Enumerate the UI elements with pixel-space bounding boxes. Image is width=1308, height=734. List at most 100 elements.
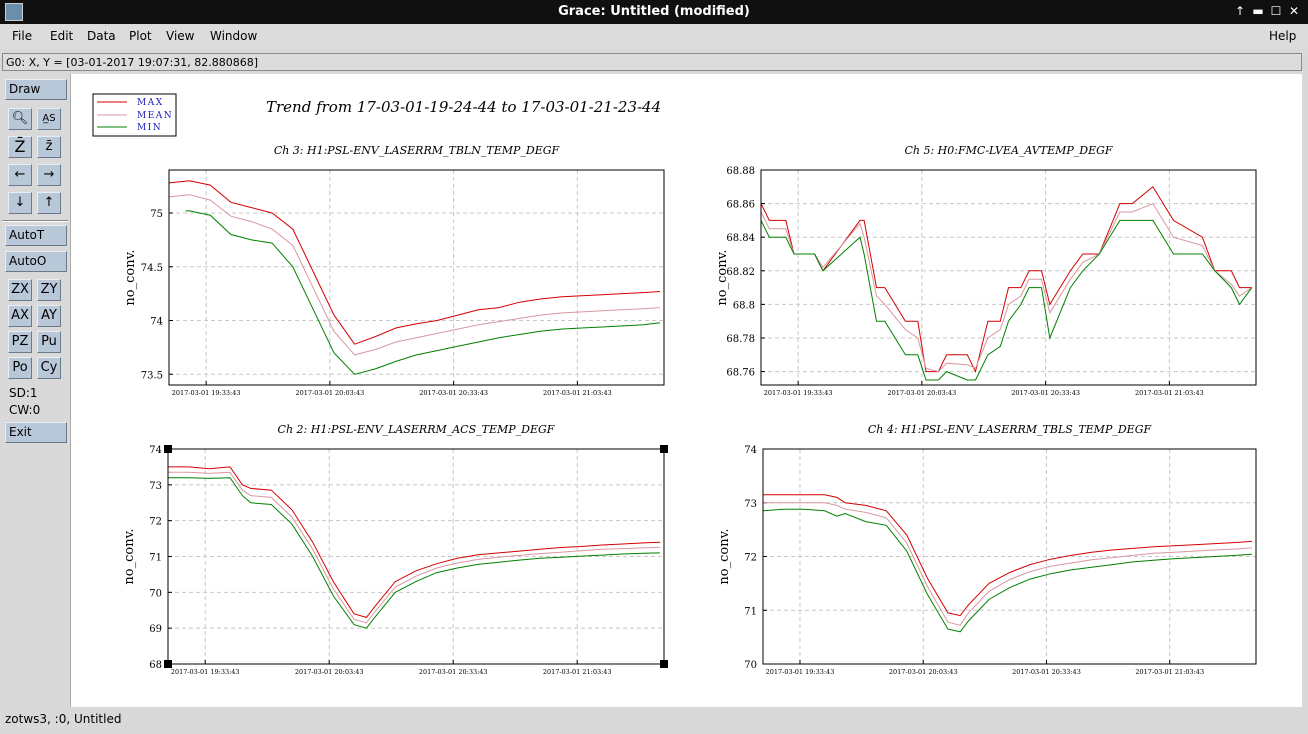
selection-handle[interactable] (660, 445, 668, 453)
menu-edit[interactable]: Edit (50, 29, 73, 43)
raise-icon[interactable]: ↑ (1232, 3, 1248, 19)
x-tick-label: 2017-03-01 20:33:43 (419, 668, 488, 676)
x-tick-label: 2017-03-01 21:03:43 (543, 668, 612, 676)
pz-button[interactable]: PZ (8, 331, 32, 353)
menubar: File Edit Data Plot View Window Help (0, 25, 1308, 49)
draw-button[interactable]: Draw (5, 79, 67, 100)
ax-button[interactable]: AX (8, 305, 32, 327)
x-tick-label: 2017-03-01 20:33:43 (1012, 668, 1081, 676)
x-tick-label: 2017-03-01 20:03:43 (296, 389, 365, 397)
magnifier-icon: 🔍︎ (11, 111, 29, 126)
toolbox-divider (2, 220, 68, 222)
y-tick-label: 70 (149, 588, 162, 599)
legend-label-mean: MEAN (137, 111, 173, 121)
window-title: Grace: Untitled (modified) (558, 4, 750, 19)
minimize-icon[interactable]: ▬ (1250, 3, 1266, 19)
y-tick-label: 68.8 (733, 300, 755, 311)
x-tick-label: 2017-03-01 21:03:43 (1135, 389, 1204, 397)
x-tick-label: 2017-03-01 20:03:43 (889, 668, 958, 676)
shrink-icon: z̄ (45, 139, 53, 154)
zy-button[interactable]: ZY (37, 279, 61, 301)
y-tick-label: 73 (149, 481, 162, 492)
scroll-right-button[interactable]: → (37, 164, 61, 186)
chart-title: Ch 5: H0:FMC-LVEA_AVTEMP_DEGF (904, 144, 1112, 157)
x-tick-label: 2017-03-01 20:03:43 (888, 389, 957, 397)
x-tick-label: 2017-03-01 20:33:43 (419, 389, 488, 397)
ay-button[interactable]: AY (37, 305, 61, 327)
status-bar: zotws3, :0, Untitled (5, 712, 122, 726)
scroll-down-button[interactable]: ↓ (8, 192, 32, 214)
x-tick-label: 2017-03-01 19:33:43 (764, 389, 833, 397)
scroll-left-button[interactable]: ← (8, 164, 32, 186)
locator-readout: G0: X, Y = [03-01-2017 19:07:31, 82.8808… (2, 53, 1302, 71)
window-titlebar[interactable]: Grace: Untitled (modified) ↑ ▬ ☐ ✕ (0, 0, 1308, 24)
zoom-button[interactable]: 🔍︎ (8, 108, 32, 130)
legend-label-max: MAX (137, 98, 164, 108)
y-tick-label: 73 (744, 499, 757, 510)
y-axis-label: no_conv. (717, 528, 732, 584)
menu-window[interactable]: Window (210, 29, 257, 43)
pu-button[interactable]: Pu (37, 331, 61, 353)
x-tick-label: 2017-03-01 20:03:43 (295, 668, 364, 676)
y-tick-label: 71 (149, 553, 162, 564)
x-tick-label: 2017-03-01 21:03:43 (543, 389, 612, 397)
selection-handle[interactable] (660, 660, 668, 668)
y-tick-label: 68.76 (726, 368, 755, 379)
plot-main-title: Trend from 17-03-01-19-24-44 to 17-03-01… (266, 98, 661, 116)
autot-button[interactable]: AutoT (5, 225, 67, 246)
y-tick-label: 68 (149, 660, 162, 671)
stack-depth-label: SD:1 (9, 386, 38, 400)
legend[interactable]: MAX MEAN MIN (92, 93, 177, 137)
scroll-up-button[interactable]: ↑ (37, 192, 61, 214)
menu-view[interactable]: View (166, 29, 194, 43)
autoscale-text-button[interactable]: A̲S (37, 108, 61, 130)
y-tick-label: 68.88 (726, 166, 755, 177)
arrow-left-icon: ← (14, 167, 26, 182)
arrow-right-icon: → (43, 167, 55, 182)
y-tick-label: 74 (149, 445, 162, 456)
maximize-icon[interactable]: ☐ (1268, 3, 1284, 19)
y-tick-label: 73.5 (141, 370, 163, 381)
plot-svg[interactable]: MAX MEAN MIN Trend from 17-03-01-19-24-4… (71, 74, 1302, 707)
y-tick-label: 75 (150, 209, 163, 220)
expand-button[interactable]: Z̄ (8, 136, 32, 158)
y-tick-label: 74 (744, 445, 757, 456)
chart-1[interactable]: 2017-03-01 19:33:43 2017-03-01 20:03:43 20… (123, 144, 665, 397)
menu-help[interactable]: Help (1269, 29, 1296, 43)
menu-data[interactable]: Data (87, 29, 116, 43)
selection-handle[interactable] (164, 445, 172, 453)
current-world-label: CW:0 (9, 403, 41, 417)
y-tick-label: 68.84 (726, 233, 755, 244)
expand-icon: Z̄ (14, 137, 26, 156)
y-tick-label: 70 (744, 660, 757, 671)
toolbox: Draw 🔍︎ A̲S Z̄ z̄ ← → ↓ ↑ AutoT AutoO ZX… (0, 74, 71, 707)
cy-button[interactable]: Cy (37, 357, 61, 379)
y-tick-label: 71 (744, 606, 757, 617)
chart-2[interactable]: 2017-03-01 19:33:43 2017-03-01 20:03:43 20… (715, 144, 1257, 397)
exit-button[interactable]: Exit (5, 422, 67, 443)
autoo-button[interactable]: AutoO (5, 251, 67, 272)
y-axis-label: no_conv. (715, 249, 730, 305)
x-tick-label: 2017-03-01 19:33:43 (171, 668, 240, 676)
y-tick-label: 72 (744, 553, 757, 564)
y-tick-label: 72 (149, 517, 162, 528)
shrink-button[interactable]: z̄ (37, 136, 61, 158)
close-icon[interactable]: ✕ (1286, 3, 1302, 19)
autoscale-text-icon: A̲S (42, 113, 56, 124)
menu-plot[interactable]: Plot (129, 29, 152, 43)
zx-button[interactable]: ZX (8, 279, 32, 301)
selection-handle[interactable] (164, 660, 172, 668)
x-tick-label: 2017-03-01 19:33:43 (766, 668, 835, 676)
chart-title: Ch 2: H1:PSL-ENV_LASERRM_ACS_TEMP_DEGF (278, 423, 555, 436)
legend-label-min: MIN (137, 123, 162, 133)
menu-file[interactable]: File (12, 29, 32, 43)
chart-frame (169, 170, 664, 385)
y-tick-label: 74.5 (141, 263, 163, 274)
x-tick-label: 2017-03-01 20:33:43 (1011, 389, 1080, 397)
chart-title: Ch 3: H1:PSL-ENV_LASERRM_TBLN_TEMP_DEGF (274, 144, 560, 157)
plot-canvas[interactable]: MAX MEAN MIN Trend from 17-03-01-19-24-4… (71, 74, 1302, 707)
chart-4[interactable]: 2017-03-01 19:33:43 2017-03-01 20:03:43 20… (717, 423, 1257, 676)
po-button[interactable]: Po (8, 357, 32, 379)
y-tick-label: 74 (150, 317, 163, 328)
chart-3[interactable]: 2017-03-01 19:33:43 2017-03-01 20:03:43 20… (122, 423, 668, 676)
